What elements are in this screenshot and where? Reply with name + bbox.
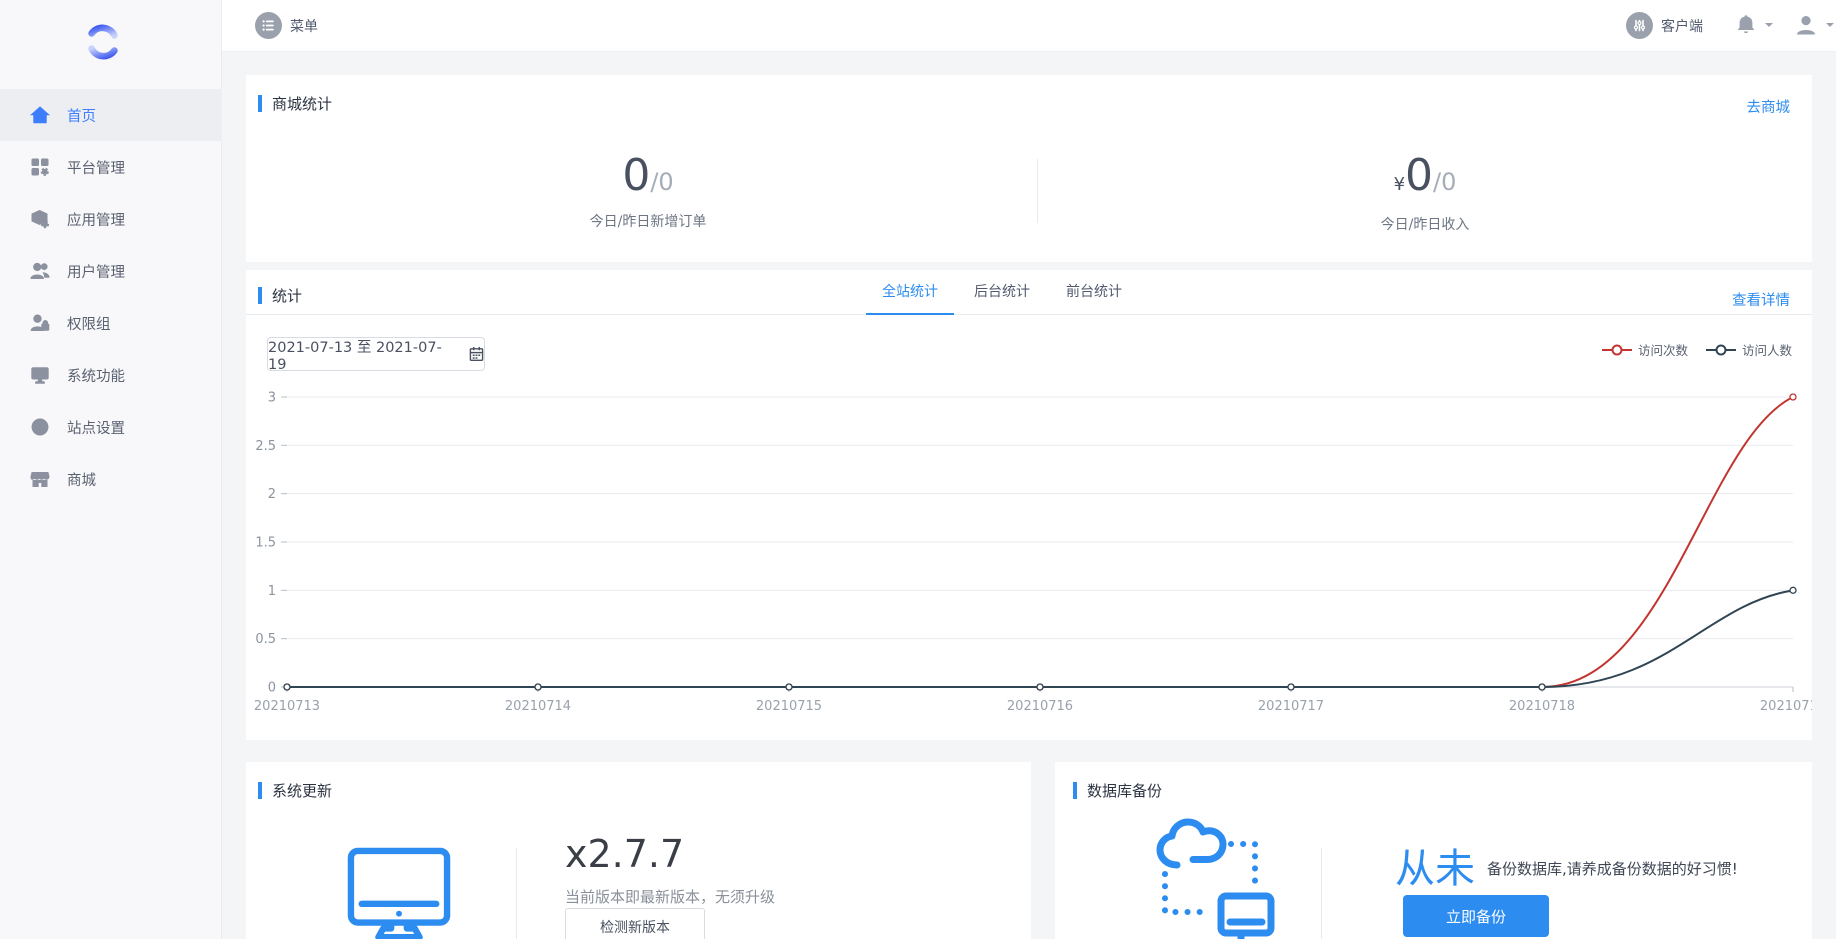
- title-accent-bar: [258, 95, 262, 112]
- title-accent-bar: [258, 287, 262, 304]
- database-backup-card: 数据库备份 从未 备份数据库,请养成备份数据的好习惯! 立即备份: [1055, 762, 1812, 939]
- income-value: ¥0/0: [1393, 150, 1457, 201]
- tab-front-stats[interactable]: 前台统计: [1050, 270, 1138, 315]
- svg-text:20210715: 20210715: [756, 699, 822, 714]
- svg-text:1.5: 1.5: [255, 536, 276, 551]
- income-stat: ¥0/0 今日/昨日收入: [1030, 153, 1820, 234]
- svg-text:0.5: 0.5: [255, 632, 276, 647]
- svg-text:20210714: 20210714: [505, 699, 571, 714]
- legend-item-visitors[interactable]: 访问人数: [1705, 340, 1792, 359]
- sidebar-item-apps[interactable]: 应用管理: [0, 193, 222, 245]
- statistics-tabs: 全站统计 后台统计 前台统计: [864, 270, 1140, 315]
- svg-text:20210717: 20210717: [1258, 699, 1324, 714]
- legend-item-visits[interactable]: 访问次数: [1601, 340, 1688, 359]
- sidebar-item-label: 平台管理: [67, 160, 125, 177]
- svg-text:1: 1: [268, 584, 276, 599]
- backup-status-highlight: 从未: [1395, 846, 1475, 892]
- sidebar-item-label: 商城: [67, 472, 96, 489]
- system-icon: [31, 367, 49, 384]
- svg-text:3: 3: [268, 391, 276, 406]
- svg-text:2: 2: [268, 487, 276, 502]
- sidebar-item-label: 系统功能: [67, 368, 125, 385]
- version-description: 当前版本即最新版本，无须升级: [565, 888, 776, 906]
- backup-now-button[interactable]: 立即备份: [1403, 895, 1549, 937]
- legend-marker-icon: [1705, 344, 1736, 355]
- date-range-value: 2021-07-13 至 2021-07-19: [268, 339, 442, 373]
- chevron-down-icon: [1826, 23, 1834, 31]
- title-accent-bar: [258, 782, 262, 799]
- svg-text:20210713: 20210713: [254, 699, 320, 714]
- orders-stat: 0/0 今日/昨日新增订单: [253, 153, 1043, 231]
- check-new-version-button[interactable]: 检测新版本: [565, 908, 705, 939]
- client-label: 客户端: [1661, 18, 1703, 35]
- sidebar-item-permission[interactable]: 权限组: [0, 297, 222, 349]
- sidebar-item-label: 站点设置: [67, 420, 125, 437]
- svg-text:20210716: 20210716: [1007, 699, 1073, 714]
- sidebar-item-users[interactable]: 用户管理: [0, 245, 222, 297]
- section-divider: [516, 848, 517, 939]
- statistics-card: 统计 全站统计 后台统计 前台统计 查看详情 2021-07-13 至 2021…: [246, 270, 1826, 740]
- version-number: x2.7.7: [565, 832, 685, 876]
- svg-text:2.5: 2.5: [255, 439, 276, 454]
- sidebar-item-shop[interactable]: 商城: [0, 453, 222, 505]
- site-icon: [31, 418, 49, 436]
- sidebar: 首页 平台管理 应用管理 用户管理 权限组 系统功能 站点设置 商城: [0, 0, 222, 939]
- shop-icon: [30, 472, 50, 487]
- client-button[interactable]: 客户端: [1626, 12, 1703, 39]
- date-range-picker[interactable]: 2021-07-13 至 2021-07-19: [267, 337, 485, 373]
- section-divider: [1321, 848, 1322, 939]
- tab-admin-stats[interactable]: 后台统计: [958, 270, 1046, 315]
- backup-description: 备份数据库,请养成备份数据的好习惯!: [1487, 860, 1738, 878]
- sidebar-item-home[interactable]: 首页: [0, 89, 222, 141]
- user-avatar-icon: [1797, 16, 1815, 35]
- app-logo-icon: [84, 22, 122, 66]
- go-to-mall-link[interactable]: 去商城: [1747, 96, 1791, 117]
- svg-text:0: 0: [268, 681, 276, 696]
- notifications-button[interactable]: [1735, 13, 1773, 37]
- permission-icon: [30, 314, 50, 331]
- home-icon: [30, 106, 50, 124]
- tab-site-stats[interactable]: 全站统计: [866, 270, 954, 315]
- user-account-button[interactable]: [1794, 13, 1834, 37]
- title-accent-bar: [1073, 782, 1077, 799]
- orders-value: 0/0: [622, 150, 674, 201]
- users-icon: [30, 262, 50, 279]
- sidebar-item-label: 用户管理: [67, 264, 125, 281]
- monitor-icon: [347, 847, 451, 939]
- menu-toggle-button[interactable]: 菜单: [255, 12, 318, 39]
- system-update-card: 系统更新 x2.7.7 当前版本即最新版本，无须升级 检测新版本: [246, 762, 1031, 939]
- visits-line-chart: 0 0.5 1 1.5 2 2.5 3 20210713 20210714 20210715 202…: [246, 380, 1826, 730]
- sidebar-item-label: 首页: [67, 108, 96, 125]
- svg-text:20210718: 20210718: [1509, 699, 1575, 714]
- database-backup-title: 数据库备份: [1073, 780, 1162, 801]
- income-label: 今日/昨日收入: [1380, 217, 1470, 233]
- mall-stats-title: 商城统计: [258, 93, 332, 114]
- system-update-title: 系统更新: [258, 780, 332, 801]
- chevron-down-icon: [1765, 23, 1773, 31]
- apps-icon: [31, 209, 50, 229]
- legend-marker-icon: [1601, 344, 1632, 355]
- top-header: 菜单 客户端: [222, 0, 1836, 52]
- platform-icon: [31, 158, 49, 176]
- calendar-icon: [469, 346, 484, 361]
- sidebar-item-site[interactable]: 站点设置: [0, 401, 222, 453]
- orders-label: 今日/昨日新增订单: [589, 214, 707, 230]
- sidebar-item-system[interactable]: 系统功能: [0, 349, 222, 401]
- mall-stats-card: 商城统计 去商城 0/0 今日/昨日新增订单 ¥0/0 今日/昨日收入: [246, 75, 1812, 262]
- svg-text:20210719: 20210719: [1760, 699, 1812, 714]
- sidebar-item-platform[interactable]: 平台管理: [0, 141, 222, 193]
- view-details-link[interactable]: 查看详情: [1732, 289, 1790, 310]
- client-sliders-icon: [1626, 12, 1653, 39]
- sidebar-item-label: 权限组: [67, 316, 111, 333]
- sidebar-item-label: 应用管理: [67, 212, 125, 229]
- statistics-title: 统计: [258, 285, 302, 306]
- cloud-backup-icon: [1156, 818, 1275, 939]
- chart-legend: 访问次数 访问人数: [1601, 340, 1792, 359]
- menu-toggle-label: 菜单: [290, 18, 318, 35]
- menu-list-icon: [255, 12, 282, 39]
- bell-icon: [1737, 15, 1755, 34]
